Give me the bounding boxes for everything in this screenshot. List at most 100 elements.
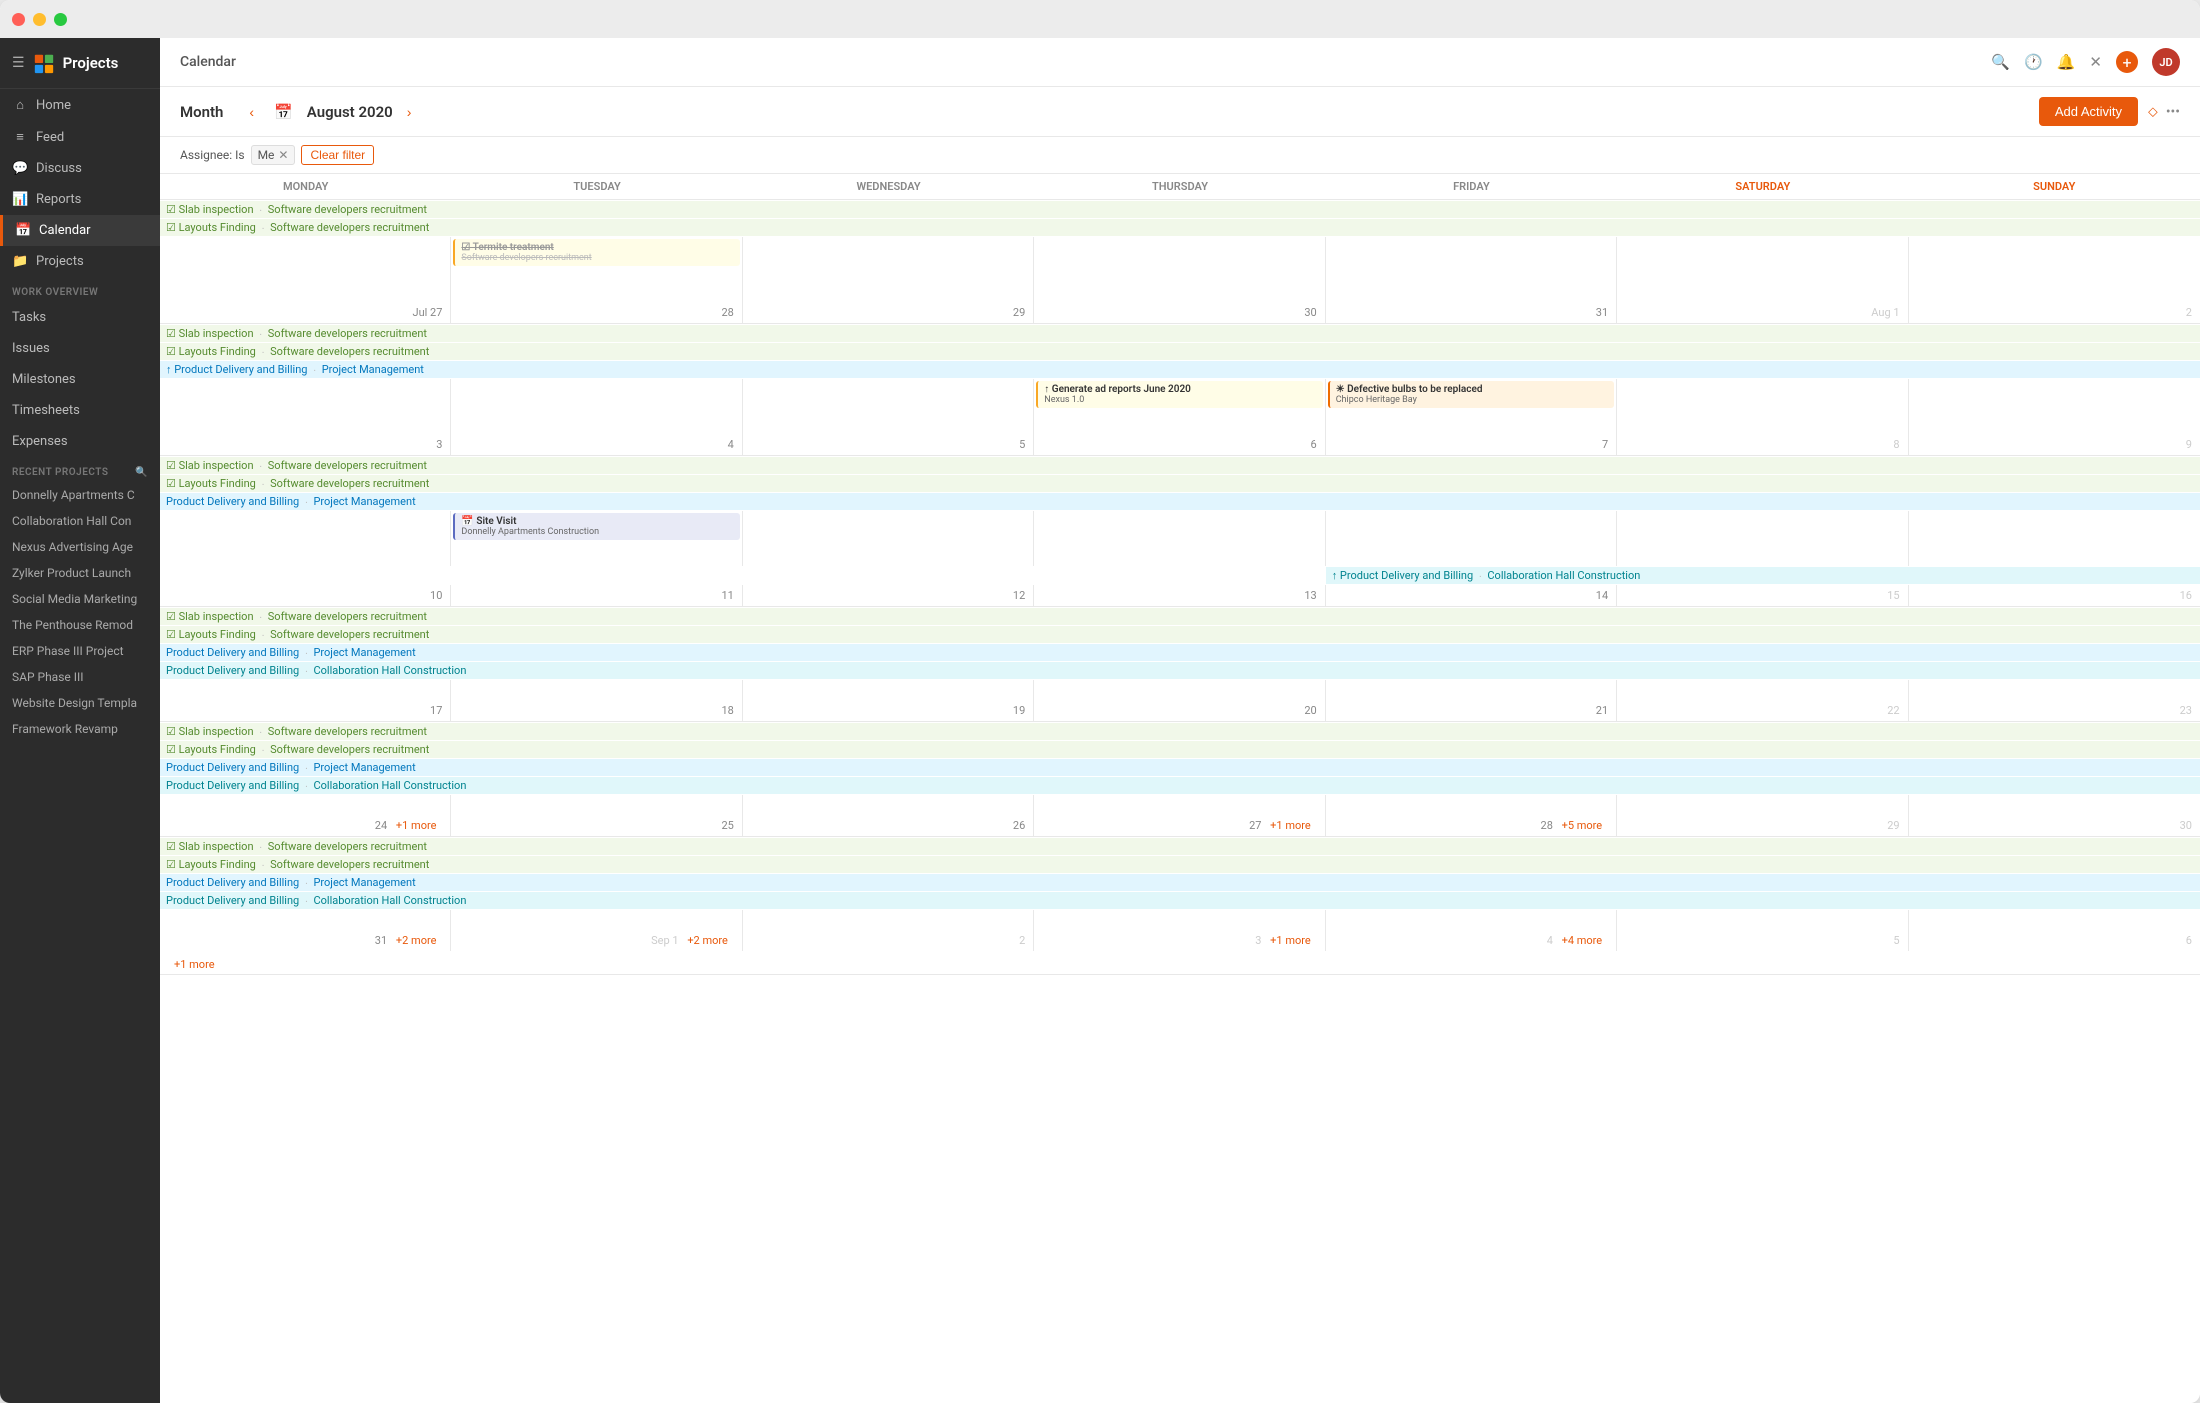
recent-erp[interactable]: ERP Phase III Project <box>0 638 160 664</box>
clock-icon[interactable]: 🕐 <box>2024 53 2043 71</box>
generate-ad-card[interactable]: ↑ Generate ad reports June 2020 Nexus 1.… <box>1036 381 1322 408</box>
slab-band-w5[interactable]: ☑ Slab inspection ∙ Software developers … <box>160 838 2200 855</box>
recent-penthouse[interactable]: The Penthouse Remod <box>0 612 160 638</box>
more-sep1[interactable]: +2 more <box>681 933 734 948</box>
bottom-more-link[interactable]: +1 more <box>168 957 221 972</box>
work-timesheets[interactable]: Timesheets <box>0 395 160 426</box>
search-icon[interactable]: 🔍 <box>1991 53 2010 71</box>
w2-day4 <box>1034 511 1325 566</box>
layouts-band-w5[interactable]: ☑ Layouts Finding ∙ Software developers … <box>160 856 2200 873</box>
nav-discuss[interactable]: 💬 Discuss <box>0 153 160 184</box>
nav-home[interactable]: ⌂ Home <box>0 89 160 121</box>
nav-calendar[interactable]: 📅 Calendar <box>0 215 160 246</box>
more-28[interactable]: +5 more <box>1556 818 1609 833</box>
bell-icon[interactable]: 🔔 <box>2057 53 2076 71</box>
recent-search-icon[interactable]: 🔍 <box>135 467 148 478</box>
work-issues[interactable]: Issues <box>0 333 160 364</box>
day-header-thu: THURSDAY <box>1034 174 1325 199</box>
slab-band-w2[interactable]: ☑ Slab inspection ∙ Software developers … <box>160 457 2200 474</box>
hamburger-icon[interactable]: ☰ <box>12 55 25 71</box>
slab-band-w0[interactable]: ☑ Slab inspection ∙ Software developers … <box>160 201 2200 218</box>
week2-dates: 10 11 12 13 14 15 16 <box>160 585 2200 606</box>
prev-month-btn[interactable]: ‹ <box>243 102 260 122</box>
layouts-band-w0[interactable]: ☑ Layouts Finding ∙ Software developers … <box>160 219 2200 236</box>
page-title: Calendar <box>180 54 236 70</box>
date-jul27: Jul 27 <box>160 302 451 323</box>
next-month-btn[interactable]: › <box>401 102 418 122</box>
w1-day3 <box>743 379 1034 434</box>
more-sep3[interactable]: +1 more <box>1264 933 1317 948</box>
slab-band-w1[interactable]: ☑ Slab inspection ∙ Software developers … <box>160 325 2200 342</box>
work-tasks[interactable]: Tasks <box>0 302 160 333</box>
date-2a: 2 <box>1909 302 2200 323</box>
w2-day6 <box>1617 511 1908 566</box>
logo-text: Projects <box>63 54 119 72</box>
work-expenses[interactable]: Expenses <box>0 426 160 457</box>
recent-website[interactable]: Website Design Templa <box>0 690 160 716</box>
close-dot[interactable] <box>12 13 25 26</box>
collab-band-w4[interactable]: Product Delivery and Billing ∙ Collabora… <box>160 777 2200 794</box>
more-27[interactable]: +1 more <box>1264 818 1317 833</box>
recent-social[interactable]: Social Media Marketing <box>0 586 160 612</box>
site-visit-card[interactable]: 📅 Site Visit Donnelly Apartments Constru… <box>453 513 739 540</box>
week-row-1: ☑ Slab inspection ∙ Software developers … <box>160 324 2200 456</box>
product-band-w3[interactable]: Product Delivery and Billing ∙ Project M… <box>160 644 2200 661</box>
close-icon[interactable]: ✕ <box>2089 53 2102 71</box>
slab-band-w4[interactable]: ☑ Slab inspection ∙ Software developers … <box>160 723 2200 740</box>
w2-day3 <box>743 511 1034 566</box>
week-row-3: ☑ Slab inspection ∙ Software developers … <box>160 607 2200 722</box>
date-sep3: 3 +1 more <box>1034 930 1325 951</box>
add-icon[interactable]: + <box>2116 51 2138 73</box>
day-header-mon: MONDAY <box>160 174 451 199</box>
recent-zylker[interactable]: Zylker Product Launch <box>0 560 160 586</box>
date-sep5: 5 <box>1617 930 1908 951</box>
recent-collab[interactable]: Collaboration Hall Con <box>0 508 160 534</box>
nav-feed[interactable]: ≡ Feed <box>0 121 160 153</box>
collab-band-w2[interactable]: ↑ Product Delivery and Billing ∙ Collabo… <box>1326 567 2200 584</box>
product-band-w1[interactable]: ↑ Product Delivery and Billing ∙ Project… <box>160 361 2200 378</box>
more-sep4[interactable]: +4 more <box>1556 933 1609 948</box>
recent-sap[interactable]: SAP Phase III <box>0 664 160 690</box>
nav-reports[interactable]: 📊 Reports <box>0 184 160 215</box>
layouts-band-w1[interactable]: ☑ Layouts Finding ∙ Software developers … <box>160 343 2200 360</box>
more-24[interactable]: +1 more <box>390 818 443 833</box>
minimize-dot[interactable] <box>33 13 46 26</box>
date-19: 19 <box>743 700 1034 721</box>
recent-donnelly[interactable]: Donnelly Apartments C <box>0 482 160 508</box>
layouts-band-w4[interactable]: ☑ Layouts Finding ∙ Software developers … <box>160 741 2200 758</box>
date-26: 26 <box>743 815 1034 836</box>
collab-band-w5[interactable]: Product Delivery and Billing ∙ Collabora… <box>160 892 2200 909</box>
product-band-w4[interactable]: Product Delivery and Billing ∙ Project M… <box>160 759 2200 776</box>
add-activity-button[interactable]: Add Activity <box>2039 97 2138 126</box>
user-avatar[interactable]: JD <box>2152 48 2180 76</box>
clear-filter-button[interactable]: Clear filter <box>301 145 374 165</box>
more-31[interactable]: +2 more <box>390 933 443 948</box>
defective-bulbs-card[interactable]: ☀ Defective bulbs to be replaced Chipco … <box>1328 381 1614 408</box>
main-content: Calendar 🔍 🕐 🔔 ✕ + JD Month ‹ 📅 August 2… <box>160 38 2200 1403</box>
day-header-wed: WEDNESDAY <box>743 174 1034 199</box>
layouts-band-w3[interactable]: ☑ Layouts Finding ∙ Software developers … <box>160 626 2200 643</box>
nav-arrows: ‹ 📅 August 2020 › <box>243 102 417 122</box>
work-milestones[interactable]: Milestones <box>0 364 160 395</box>
nav-projects[interactable]: 📁 Projects <box>0 246 160 277</box>
slab-band-w3[interactable]: ☑ Slab inspection ∙ Software developers … <box>160 608 2200 625</box>
termite-card[interactable]: ☑ Termite treatment Software developers … <box>453 239 739 266</box>
product-band-w5[interactable]: Product Delivery and Billing ∙ Project M… <box>160 874 2200 891</box>
recent-nexus[interactable]: Nexus Advertising Age <box>0 534 160 560</box>
product-band-w2[interactable]: Product Delivery and Billing ∙ Project M… <box>160 493 2200 510</box>
date-20: 20 <box>1034 700 1325 721</box>
filter-remove-icon[interactable]: ✕ <box>278 148 288 162</box>
collab-band-w3[interactable]: Product Delivery and Billing ∙ Collabora… <box>160 662 2200 679</box>
site-visit-title: 📅 Site Visit <box>461 516 733 527</box>
maximize-dot[interactable] <box>54 13 67 26</box>
slab-cb4: ☑ <box>166 725 176 738</box>
date-7: 7 <box>1326 434 1617 455</box>
recent-framework[interactable]: Framework Revamp <box>0 716 160 742</box>
more-options-icon[interactable]: ••• <box>2166 104 2180 120</box>
date-15: 15 <box>1617 585 1908 606</box>
layouts-cb2: ☑ <box>166 477 176 490</box>
filter-icon[interactable]: ⬦ <box>2148 104 2158 120</box>
date-aug1: Aug 1 <box>1617 302 1908 323</box>
layouts-band-w2[interactable]: ☑ Layouts Finding ∙ Software developers … <box>160 475 2200 492</box>
w2-day2: 📅 Site Visit Donnelly Apartments Constru… <box>451 511 742 566</box>
